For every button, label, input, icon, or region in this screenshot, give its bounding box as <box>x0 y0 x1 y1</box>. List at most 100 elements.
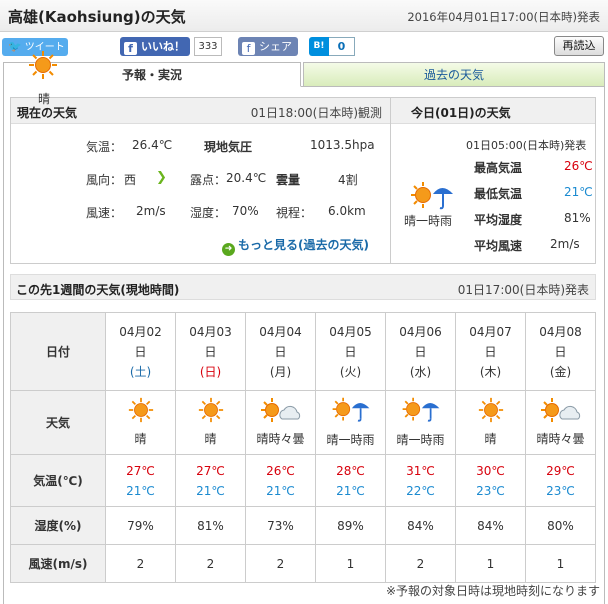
cloud-label: 雲量 <box>276 173 301 187</box>
day-temp-cell: 27℃ 21℃ <box>175 454 246 507</box>
day-humidity: 84% <box>385 506 456 545</box>
twitter-bird-icon: 🐦 <box>8 40 22 53</box>
issued-time: 2016年04月01日17:00(日本時)発表 <box>407 10 600 24</box>
sun-cloud-icon <box>540 397 582 423</box>
observed-time: 01日18:00(日本時)観測 <box>250 106 382 120</box>
day-date: 04月07 <box>469 324 512 339</box>
today-weather-label: 晴一時雨 <box>404 214 453 228</box>
wind-dir-label: 風向： <box>86 173 123 187</box>
page-title: 高雄(Kaohsiung)の天気 <box>8 8 186 26</box>
today-weather-header: 今日(01日)の天気 <box>391 98 595 124</box>
day-high-temp: 29℃ <box>546 463 575 478</box>
today-issued: 01日05:00(日本時)発表 <box>466 139 587 152</box>
day-high-temp: 27℃ <box>196 463 225 478</box>
day-suffix: 日 <box>414 344 427 359</box>
day-weather: 晴 <box>204 431 217 446</box>
hatena-bookmark-button[interactable]: B! <box>309 37 329 56</box>
day-weekday: (金) <box>549 364 572 379</box>
day-low-temp: 23℃ <box>476 483 505 498</box>
day-high-temp: 27℃ <box>126 463 155 478</box>
day-weather-cell: 晴 <box>455 390 526 455</box>
day-date-cell: 04月02 日 (土) <box>105 312 176 391</box>
row-label-humidity: 湿度(%) <box>10 506 106 545</box>
weekly-forecast-header: この先1週間の天気(現地時間) 01日17:00(日本時)発表 <box>10 274 596 300</box>
more-past-weather-link[interactable]: ➜ もっと見る(過去の天気) <box>222 236 369 256</box>
min-temp-label: 最低気温 <box>474 187 523 201</box>
day-weekday: (水) <box>409 364 432 379</box>
facebook-share-button[interactable]: f シェア <box>238 37 298 56</box>
day-low-temp: 22℃ <box>406 483 435 498</box>
day-humidity: 84% <box>455 506 526 545</box>
day-date-cell: 04月03 日 (日) <box>175 312 246 391</box>
row-label-weather: 天気 <box>10 390 106 455</box>
sun-rain-icon <box>399 396 443 422</box>
day-wind: 2 <box>385 544 456 583</box>
hatena-count: 0 <box>329 37 355 56</box>
day-low-temp: 21℃ <box>196 483 225 498</box>
sun-cloud-icon <box>260 397 302 423</box>
humidity-value: 70% <box>232 204 259 218</box>
sun-icon <box>478 397 504 423</box>
day-date: 04月06 <box>399 324 442 339</box>
temp-value: 26.4℃ <box>132 138 173 152</box>
day-humidity: 73% <box>245 506 316 545</box>
sun-rain-icon <box>329 396 373 422</box>
sun-icon <box>128 397 154 423</box>
day-date-cell: 04月08 日 (金) <box>525 312 596 391</box>
day-low-temp: 23℃ <box>546 483 575 498</box>
max-temp-value: 26℃ <box>564 159 593 173</box>
min-temp-value: 21℃ <box>564 185 593 199</box>
weekly-forecast-title: この先1週間の天気(現地時間) <box>16 283 180 297</box>
reload-button[interactable]: 再読込 <box>554 36 604 56</box>
day-wind: 2 <box>175 544 246 583</box>
day-high-temp: 30℃ <box>476 463 505 478</box>
current-weather-header: 現在の天気 01日18:00(日本時)観測 <box>11 98 390 124</box>
sun-icon <box>198 397 224 423</box>
humidity-label: 湿度： <box>190 206 227 220</box>
day-date-cell: 04月04 日 (月) <box>245 312 316 391</box>
day-temp-cell: 29℃ 23℃ <box>525 454 596 507</box>
day-weather: 晴一時雨 <box>326 432 375 447</box>
day-suffix: 日 <box>134 344 147 359</box>
like-count: 333 <box>194 37 222 56</box>
wind-dir-value: 西 <box>124 173 137 187</box>
facebook-icon: f <box>242 42 255 55</box>
tab-past-weather[interactable]: 過去の天気 <box>303 62 605 87</box>
day-wind: 2 <box>245 544 316 583</box>
day-date-cell: 04月07 日 (木) <box>455 312 526 391</box>
visibility-label: 視程： <box>276 206 313 220</box>
day-wind: 1 <box>315 544 386 583</box>
dew-label: 露点： <box>190 173 227 187</box>
day-suffix: 日 <box>344 344 357 359</box>
temp-label: 気温： <box>86 140 123 154</box>
tab-bar: 予報・実況 過去の天気 <box>3 62 605 87</box>
today-weather-title: 今日(01日)の天気 <box>411 106 511 120</box>
day-weather-cell: 晴一時雨 <box>385 390 456 455</box>
day-weather-cell: 晴 <box>105 390 176 455</box>
day-high-temp: 31℃ <box>406 463 435 478</box>
day-weather-cell: 晴時々曇 <box>525 390 596 455</box>
day-humidity: 89% <box>315 506 386 545</box>
day-low-temp: 21℃ <box>126 483 155 498</box>
day-weekday: (木) <box>479 364 502 379</box>
day-date-cell: 04月05 日 (火) <box>315 312 386 391</box>
day-weekday: (火) <box>339 364 362 379</box>
day-wind: 1 <box>525 544 596 583</box>
max-temp-label: 最高気温 <box>474 161 523 175</box>
weekly-issued: 01日17:00(日本時)発表 <box>457 283 589 297</box>
day-suffix: 日 <box>204 344 217 359</box>
day-wind: 2 <box>105 544 176 583</box>
wind-speed-label: 風速： <box>86 206 123 220</box>
footnote: ※予報の対象日時は現地時刻になります <box>385 584 600 598</box>
dew-value: 20.4℃ <box>226 171 267 185</box>
day-weekday: (日) <box>199 364 222 379</box>
visibility-value: 6.0km <box>328 204 366 218</box>
day-date: 04月05 <box>329 324 372 339</box>
day-weather-cell: 晴時々曇 <box>245 390 316 455</box>
day-weather: 晴時々曇 <box>256 431 305 446</box>
facebook-like-button[interactable]: f いいね！ <box>120 37 190 56</box>
day-weather: 晴時々曇 <box>536 431 585 446</box>
avg-humidity-label: 平均湿度 <box>474 213 523 227</box>
page-header: 高雄(Kaohsiung)の天気 2016年04月01日17:00(日本時)発表 <box>0 0 608 32</box>
day-humidity: 81% <box>175 506 246 545</box>
